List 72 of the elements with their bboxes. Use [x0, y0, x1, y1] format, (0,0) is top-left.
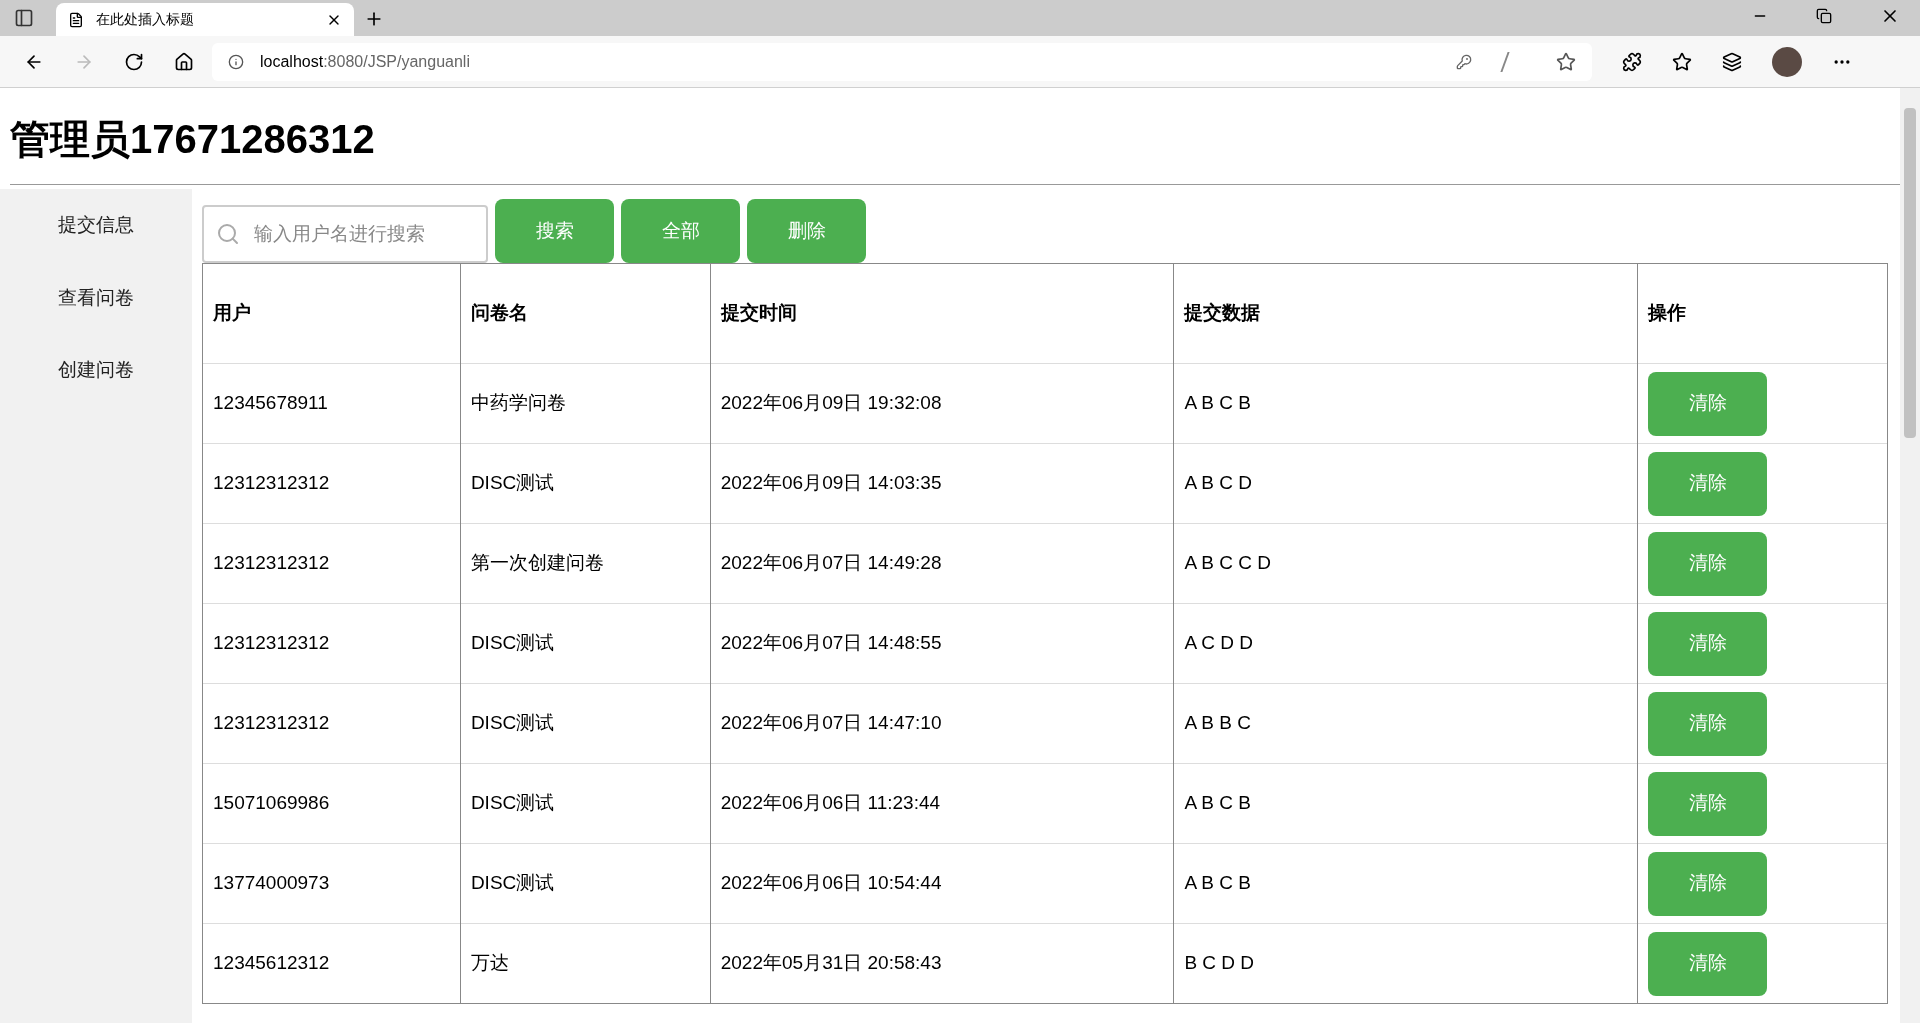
table-cell: 2022年06月06日 10:54:44: [710, 843, 1174, 924]
column-header: 操作: [1637, 263, 1888, 364]
column-header: 提交数据: [1173, 263, 1638, 364]
search-icon: [216, 222, 240, 246]
clear-button[interactable]: 清除: [1648, 931, 1768, 996]
table-cell: 2022年06月09日 14:03:35: [710, 443, 1174, 524]
table-cell: A B B C: [1173, 683, 1638, 764]
table-cell: A B C B: [1173, 763, 1638, 844]
scrollbar[interactable]: [1900, 88, 1920, 1023]
clear-button[interactable]: 清除: [1648, 771, 1768, 836]
table-cell: A B C B: [1173, 843, 1638, 924]
table-cell: DISC测试: [460, 443, 711, 524]
table-cell: DISC测试: [460, 763, 711, 844]
table-cell: 2022年06月06日 11:23:44: [710, 763, 1174, 844]
column-header: 提交时间: [710, 263, 1174, 364]
page-title: 管理员17671286312: [9, 116, 376, 163]
table-cell: A B C B: [1173, 363, 1638, 444]
add-favorite-icon[interactable]: [1556, 51, 1576, 72]
info-icon: [228, 53, 244, 70]
favorites-icon[interactable]: [1672, 51, 1692, 72]
column-header: 问卷名: [460, 263, 711, 364]
key-icon[interactable]: [1456, 53, 1472, 70]
toolbar-button[interactable]: 全部: [621, 199, 740, 263]
tab-actions-icon[interactable]: [14, 8, 34, 28]
page-icon: [68, 11, 84, 28]
collections-icon[interactable]: [1722, 51, 1742, 72]
table-cell: 12312312312: [202, 523, 461, 604]
profile-avatar[interactable]: [1772, 46, 1802, 77]
clear-button[interactable]: 清除: [1648, 851, 1768, 916]
table-cell: 13774000973: [202, 843, 461, 924]
extensions-icon[interactable]: [1622, 51, 1642, 72]
table-cell: 2022年06月09日 19:32:08: [710, 363, 1174, 444]
home-icon[interactable]: [174, 51, 194, 72]
search-field[interactable]: 输入用户名进行搜索: [202, 205, 488, 263]
reload-icon[interactable]: [124, 51, 144, 72]
clear-button[interactable]: 清除: [1648, 691, 1768, 756]
sidebar-link[interactable]: 查看问卷: [58, 283, 134, 312]
toolbar-button[interactable]: 删除: [747, 199, 866, 263]
table-cell: 12345678911: [202, 363, 461, 444]
table-cell: 2022年05月31日 20:58:43: [710, 923, 1174, 1004]
table-cell: DISC测试: [460, 683, 711, 764]
scrollbar-thumb[interactable]: [1904, 108, 1916, 438]
table-cell: 12345612312: [202, 923, 461, 1004]
table-cell: 15071069986: [202, 763, 461, 844]
table-cell: A B C D: [1173, 443, 1638, 524]
clear-button[interactable]: 清除: [1648, 451, 1768, 516]
table-cell: A C D D: [1173, 603, 1638, 684]
column-header: 用户: [202, 263, 461, 364]
toolbar-button[interactable]: 搜索: [495, 199, 614, 263]
table-cell: 第一次创建问卷: [460, 523, 711, 604]
table-cell: 万达: [460, 923, 711, 1004]
table-cell: 2022年06月07日 14:48:55: [710, 603, 1174, 684]
sidebar-link[interactable]: 提交信息: [58, 211, 134, 240]
table-cell: 2022年06月07日 14:49:28: [710, 523, 1174, 604]
clear-button[interactable]: 清除: [1648, 371, 1768, 436]
table-cell: B C D D: [1173, 923, 1638, 1004]
table-cell: 12312312312: [202, 443, 461, 524]
clear-button[interactable]: 清除: [1648, 611, 1768, 676]
table-cell: 12312312312: [202, 603, 461, 684]
table-cell: DISC测试: [460, 603, 711, 684]
url-text: localhost:8080/JSP/yanguanli: [260, 51, 471, 72]
clear-button[interactable]: 清除: [1648, 531, 1768, 596]
browser-tab[interactable]: 在此处插入标题: [56, 3, 354, 36]
sidebar-link[interactable]: 创建问卷: [58, 356, 134, 385]
address-field[interactable]: localhost:8080/JSP/yanguanli: [212, 42, 1592, 81]
table-cell: 中药学问卷: [460, 363, 711, 444]
table-cell: 2022年06月07日 14:47:10: [710, 683, 1174, 764]
tab-title: 在此处插入标题: [96, 10, 195, 29]
table-cell: A B C C D: [1173, 523, 1638, 604]
restore-icon[interactable]: [1816, 8, 1832, 24]
table-cell: 12312312312: [202, 683, 461, 764]
table-cell: DISC测试: [460, 843, 711, 924]
